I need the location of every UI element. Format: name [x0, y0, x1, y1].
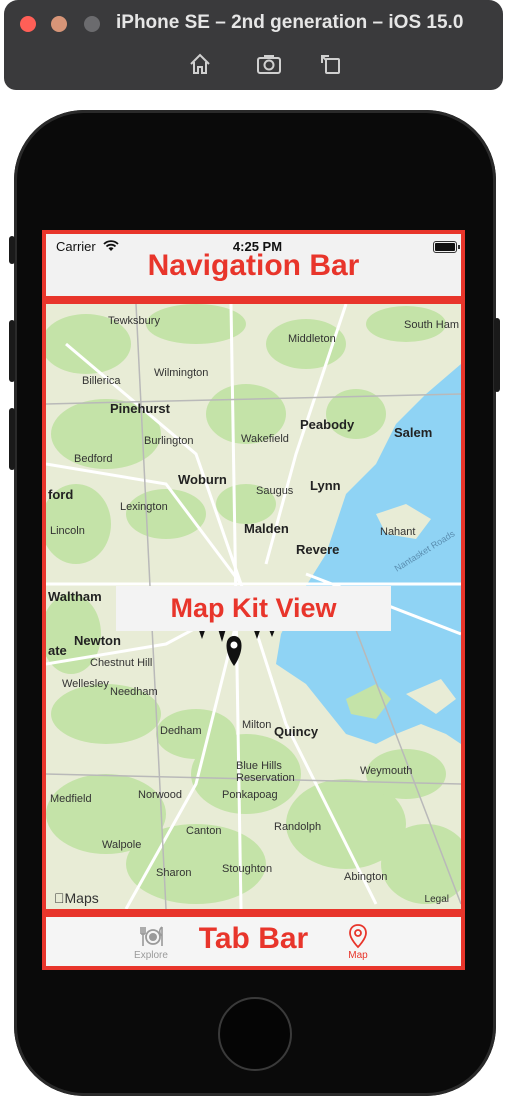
town-label: Salem — [394, 425, 433, 440]
town-label: Milton — [242, 719, 272, 731]
town-label: Medfield — [50, 793, 92, 805]
town-label: Walpole — [102, 839, 142, 851]
town-label: Dedham — [160, 725, 202, 737]
volume-down-button — [9, 408, 15, 470]
town-label: Bedford — [74, 453, 113, 465]
rotate-icon[interactable] — [317, 50, 345, 78]
navigation-bar-label: Navigation Bar — [147, 249, 360, 282]
zoom-window-button[interactable] — [84, 16, 100, 32]
town-label: Wellesley — [62, 678, 109, 690]
town-label: Peabody — [300, 417, 355, 432]
map-pin-icon — [349, 924, 367, 949]
town-label: Lynn — [310, 478, 341, 493]
minimize-window-button[interactable] — [51, 16, 67, 32]
map-kit-view-label: Map Kit View — [116, 586, 391, 631]
town-label: Blue Hills Reservation — [236, 760, 295, 784]
tab-bar: Explore Map Tab Bar — [42, 913, 465, 970]
screenshot-icon[interactable] — [255, 50, 283, 78]
town-label: Middleton — [288, 333, 336, 345]
town-label: Needham — [110, 686, 158, 698]
tab-bar-label: Tab Bar — [198, 922, 309, 955]
close-window-button[interactable] — [20, 16, 36, 32]
home-icon[interactable] — [186, 50, 214, 78]
mute-switch — [9, 236, 15, 264]
town-label: Quincy — [274, 724, 319, 739]
town-label: Sharon — [156, 867, 192, 879]
volume-up-button — [9, 320, 15, 382]
town-label: ford — [48, 487, 74, 502]
town-label: Chestnut Hill — [90, 657, 153, 669]
town-label: Nahant — [380, 526, 416, 538]
town-label: Burlington — [144, 435, 194, 447]
simulator-title: iPhone SE – 2nd generation – iOS 15.0 — [116, 12, 464, 33]
town-label: Norwood — [138, 789, 183, 801]
town-label: Ponkapoag — [222, 789, 278, 801]
town-label: Pinehurst — [110, 401, 170, 416]
town-label: Lincoln — [50, 525, 85, 537]
maps-attribution-text: Maps — [54, 890, 99, 906]
town-label: Wakefield — [241, 433, 289, 445]
town-label: Billerica — [82, 375, 121, 387]
power-button — [494, 318, 500, 392]
town-label: Weymouth — [360, 765, 413, 777]
town-label: South Ham — [404, 319, 460, 331]
map-kit-view[interactable]: Tewksbury Middleton South Ham Billerica … — [42, 300, 465, 913]
town-label: Lexington — [120, 501, 168, 513]
navigation-bar: Carrier 4:25 PM Navigation Bar — [42, 230, 465, 300]
apple-maps-attribution[interactable]: Maps — [54, 890, 99, 906]
town-label: Wilmington — [154, 367, 209, 379]
town-label: Saugus — [256, 485, 294, 497]
town-label: Newton — [74, 633, 121, 648]
legal-link[interactable]: Legal — [425, 894, 449, 905]
town-label: Canton — [186, 825, 222, 837]
device-screen: Carrier 4:25 PM Navigation Bar Tewksbury… — [42, 230, 465, 970]
town-label: Abington — [344, 871, 388, 883]
town-label: Stoughton — [222, 863, 273, 875]
town-label: Woburn — [178, 472, 227, 487]
town-label: ate — [48, 643, 67, 658]
town-label: Tewksbury — [108, 315, 160, 327]
plate-utensils-icon — [140, 926, 163, 946]
simulator-title-bar: iPhone SE – 2nd generation – iOS 15.0 — [4, 0, 503, 90]
town-label: Malden — [244, 521, 289, 536]
town-label: Waltham — [48, 589, 102, 604]
town-label: Randolph — [274, 821, 322, 833]
home-button[interactable] — [218, 997, 292, 1071]
town-label: Revere — [296, 542, 340, 557]
